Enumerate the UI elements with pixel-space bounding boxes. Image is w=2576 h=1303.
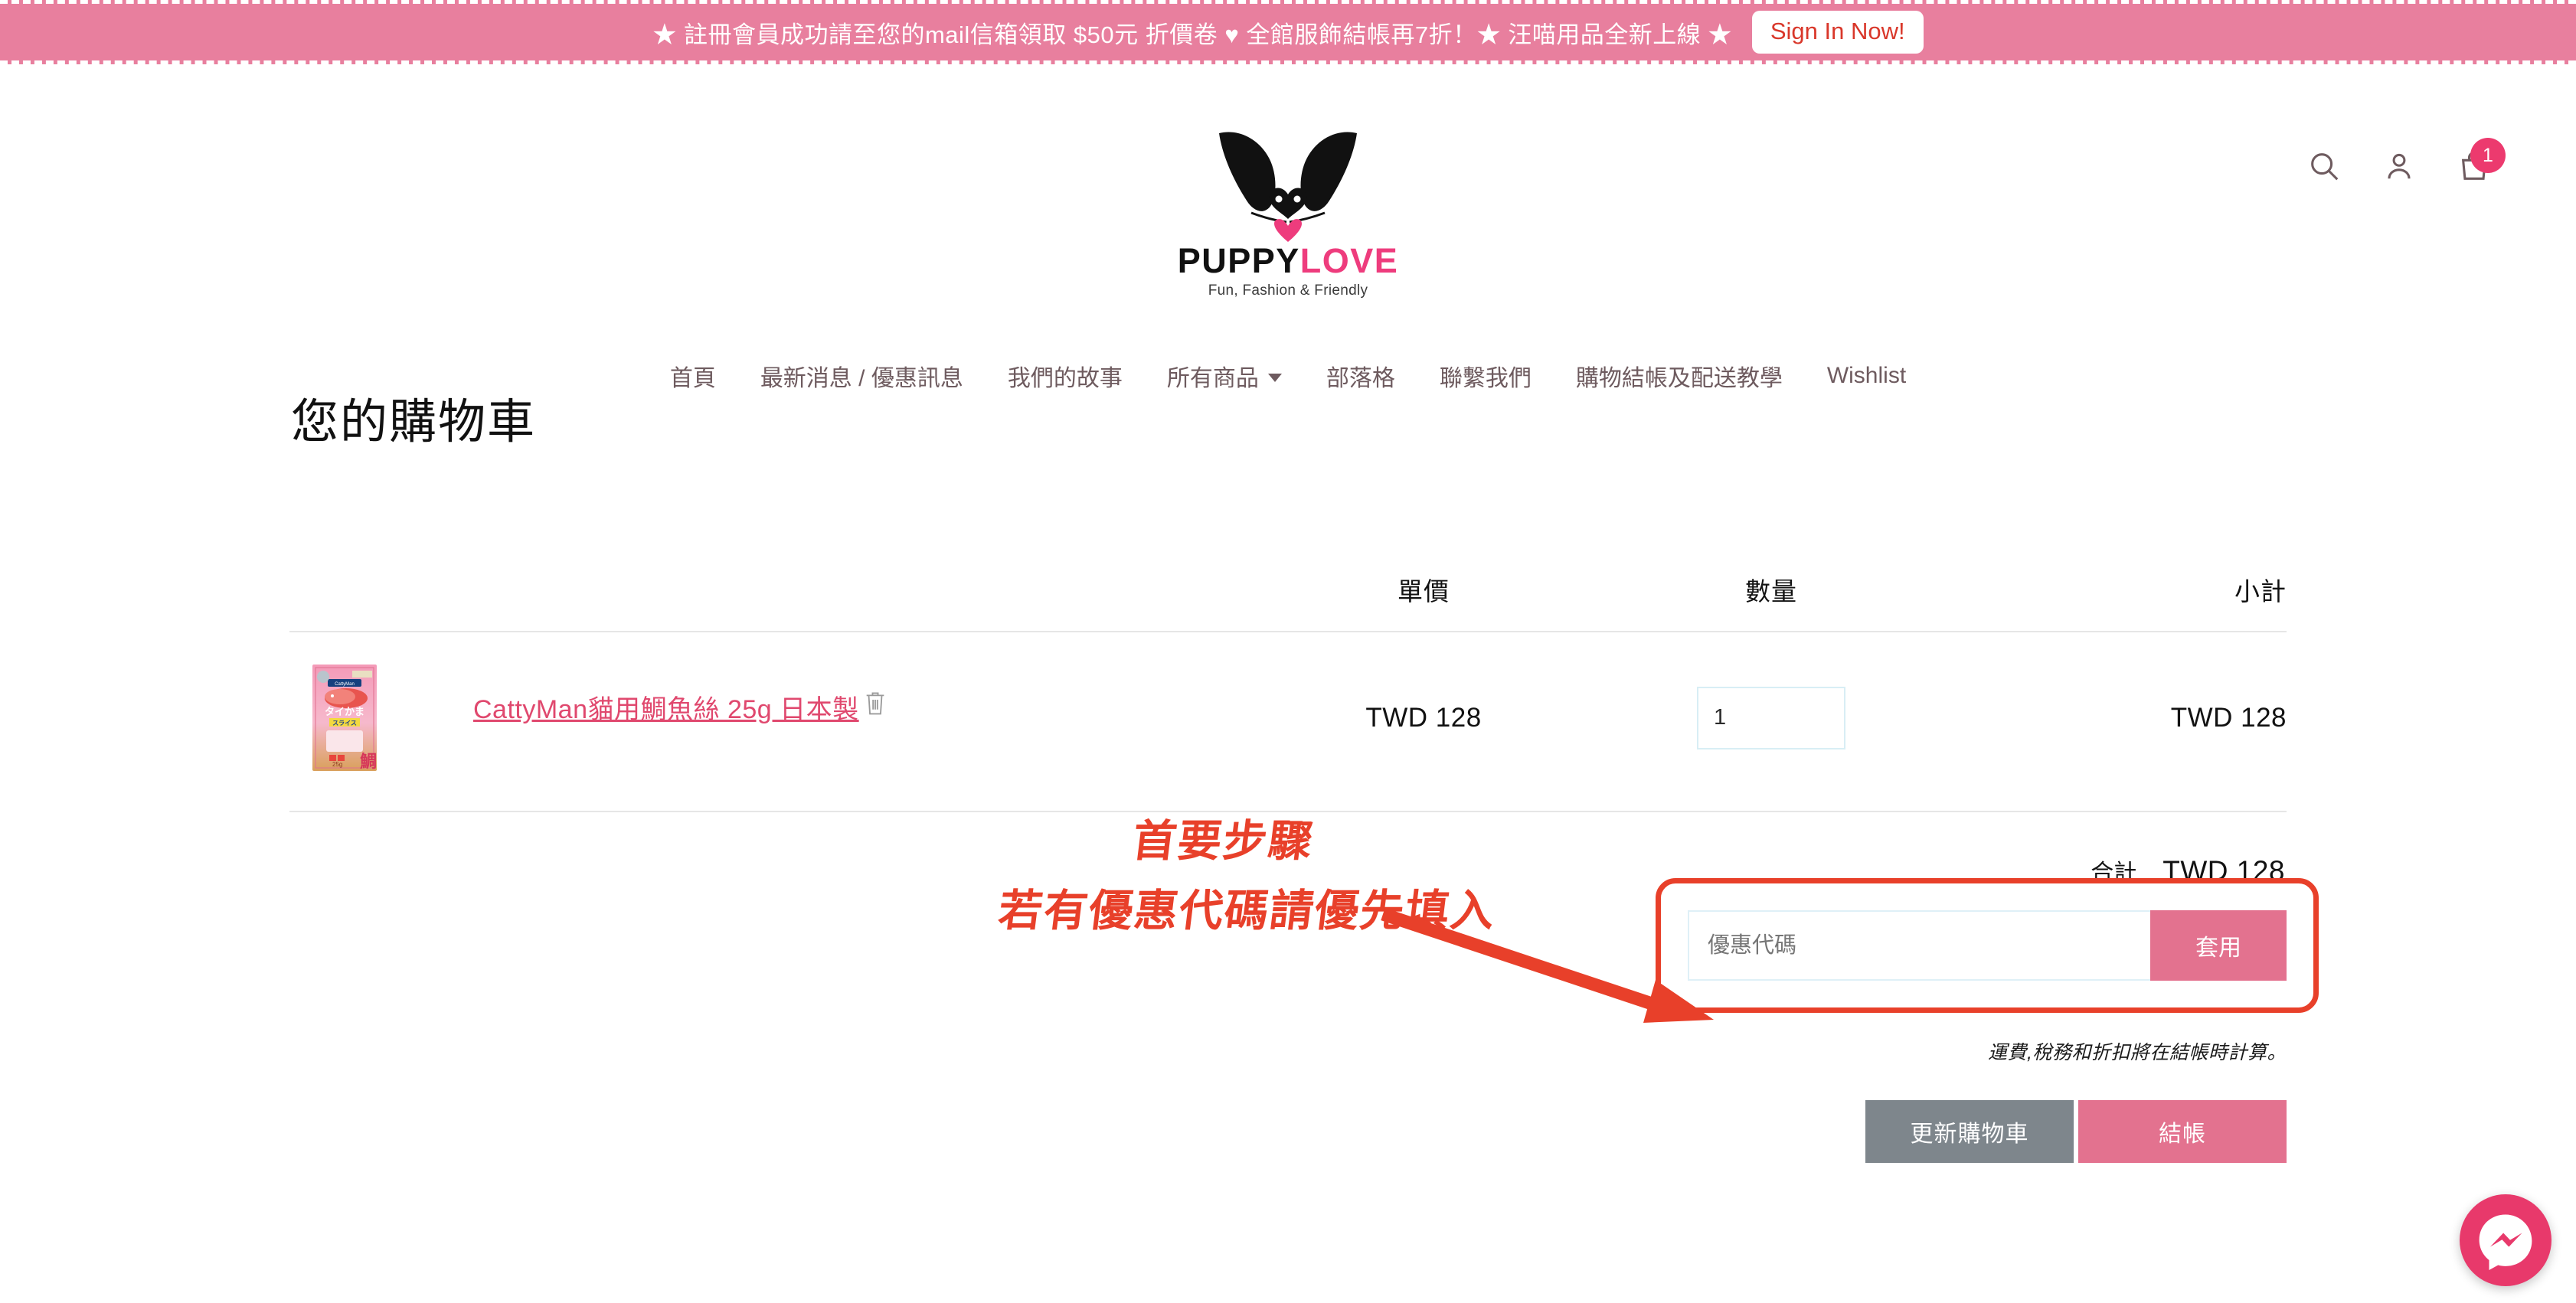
apply-discount-button[interactable]: 套用: [2150, 910, 2287, 981]
logo-tagline: Fun, Fashion & Friendly: [1208, 282, 1368, 299]
cart-action-buttons: 更新購物車 結帳: [1865, 1100, 2287, 1163]
cart-total-label: 合計: [2091, 861, 2137, 886]
logo-word-love: LOVE: [1299, 241, 1399, 280]
quantity-input[interactable]: [1697, 686, 1845, 749]
logo-wordmark: PUPPYLOVE: [1162, 243, 1414, 278]
cart-table-header: 單價 數量 小計: [289, 571, 2287, 632]
discount-code-input[interactable]: [1688, 910, 2150, 981]
column-header-quantity: 數量: [1745, 577, 1797, 606]
item-subtotal: TWD 128: [2170, 702, 2287, 733]
svg-text:鯛: 鯛: [360, 752, 377, 771]
update-cart-button[interactable]: 更新購物車: [1865, 1100, 2074, 1163]
svg-text:25g: 25g: [332, 761, 342, 768]
table-row: CattyMan タイかま スライス 25g 鯛 CattyMan貓用鯛魚絲 2…: [289, 632, 2287, 812]
product-thumbnail[interactable]: CattyMan タイかま スライス 25g 鯛: [312, 665, 377, 771]
page-title: 您的購物車: [291, 396, 537, 449]
cart-total-value: TWD 128: [2162, 855, 2285, 887]
account-icon[interactable]: [2381, 149, 2417, 184]
cart-summary: 合計 TWD 128 套用 運費,稅務和折扣將在結帳時計算。 更新購物車 結帳: [289, 812, 2319, 1163]
tax-shipping-note: 運費,稅務和折扣將在結帳時計算。: [1988, 1042, 2287, 1063]
logo-word-puppy: PUPPY: [1177, 241, 1300, 280]
site-logo[interactable]: PUPPYLOVE Fun, Fashion & Friendly: [1162, 129, 1414, 299]
messenger-chat-button[interactable]: [2460, 1194, 2551, 1286]
promo-banner: ★ 註冊會員成功請至您的mail信箱領取 $50元 折價卷 ♥ 全館服飾結帳再7…: [0, 0, 2576, 64]
cart-page: 您的購物車 單價 數量 小計 CattyMan タイかま スライス 25g 鯛 …: [289, 332, 2319, 1163]
header-icon-group: 1: [2306, 138, 2506, 184]
site-header: PUPPYLOVE Fun, Fashion & Friendly 1 首頁 最…: [0, 64, 2576, 391]
checkout-button[interactable]: 結帳: [2078, 1100, 2287, 1163]
svg-text:タイかま: タイかま: [325, 706, 364, 717]
search-icon[interactable]: [2306, 149, 2342, 184]
column-header-subtotal: 小計: [2234, 577, 2287, 606]
item-unit-price: TWD 128: [1365, 702, 1482, 733]
cart-table: 單價 數量 小計 CattyMan タイかま スライス 25g 鯛 CattyM…: [289, 571, 2319, 1163]
promo-banner-text: ★ 註冊會員成功請至您的mail信箱領取 $50元 折價卷 ♥ 全館服飾結帳再7…: [652, 21, 1732, 48]
messenger-icon: [2479, 1214, 2532, 1270]
cart-total-row: 合計 TWD 128: [2091, 854, 2287, 887]
product-image: CattyMan タイかま スライス 25g 鯛: [312, 665, 377, 771]
cart-count-badge: 1: [2470, 138, 2506, 173]
svg-text:CattyMan: CattyMan: [335, 682, 355, 687]
remove-item-trash-icon[interactable]: [862, 689, 888, 718]
sign-in-now-button[interactable]: Sign In Now!: [1751, 11, 1924, 54]
product-title-link[interactable]: CattyMan貓用鯛魚絲 25g 日本製: [473, 688, 859, 726]
column-header-price: 單價: [1398, 577, 1450, 606]
discount-code-section: 套用: [1656, 878, 2319, 1013]
shopping-bag-icon[interactable]: 1: [2457, 138, 2506, 184]
svg-text:スライス: スライス: [332, 720, 357, 727]
puppy-face-logo-icon: [1219, 132, 1357, 242]
